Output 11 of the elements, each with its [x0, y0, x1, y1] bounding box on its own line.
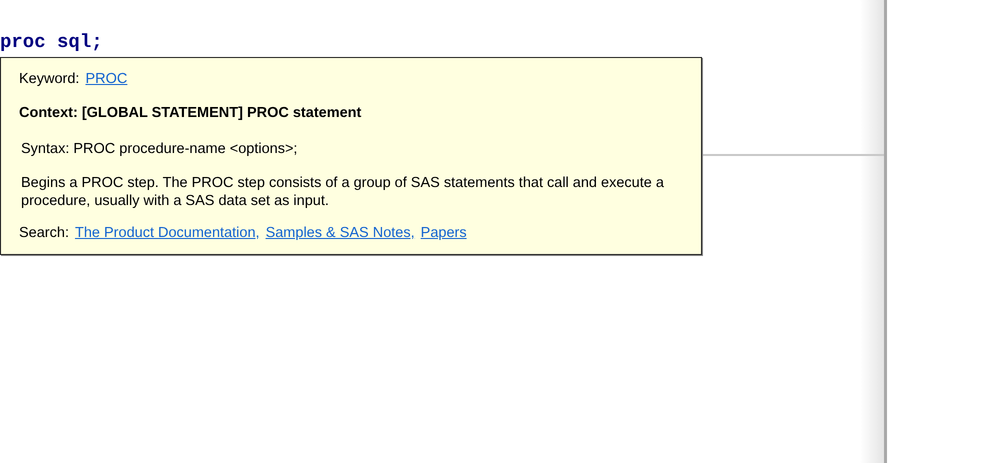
description-text: Begins a PROC step. The PROC step consists of a group of SAS statements that call and execute a procedure, usually with a SAS data set as input. — [21, 174, 665, 210]
code-line: proc sql; — [0, 30, 103, 54]
syntax-text: Syntax: PROC procedure-name <options>; — [21, 140, 298, 158]
keyword-link[interactable]: PROC — [85, 70, 128, 88]
code-editor[interactable] — [0, 0, 887, 463]
search-link[interactable]: The Product Documentation, — [74, 224, 260, 242]
search-link[interactable]: Samples & SAS Notes, — [266, 224, 415, 242]
search-label: Search: — [19, 224, 69, 242]
context-text: Context: [GLOBAL STATEMENT] PROC statement — [19, 104, 362, 122]
keyword-label: Keyword: — [19, 70, 80, 88]
search-link[interactable]: Papers — [420, 224, 467, 242]
